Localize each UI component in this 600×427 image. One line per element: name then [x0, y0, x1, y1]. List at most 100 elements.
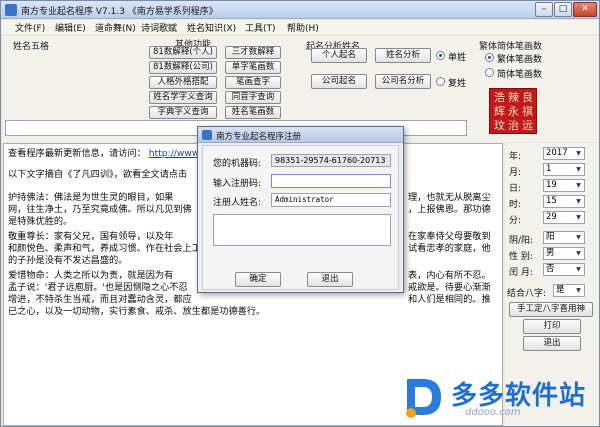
calendar-label: 阴/阳:: [509, 236, 534, 246]
content-fragment: 和人们是相同的。推: [408, 294, 491, 305]
single-surname-label: 单姓: [448, 53, 467, 63]
dictionary-button[interactable]: 字典字义查询: [149, 106, 217, 119]
watermark-url: ddooo.com: [465, 407, 521, 418]
content-line: 查看程序最新更新信息，请访问： http://www: [8, 148, 200, 159]
simplified-radio[interactable]: [485, 68, 494, 77]
content-line: 敬重尊长：家有父兄，国有领导，以及年: [8, 231, 174, 242]
menu-help[interactable]: 帮助(H): [287, 21, 319, 34]
surname-group-label: 姓名五格: [13, 42, 50, 52]
dialog-title-bar: 南方专业起名程序注册: [198, 127, 403, 143]
app-window: 南方专业起名程序 V7.1.3 《南方易学系列程序》 – □ ✕ 文件(F) 编…: [0, 0, 600, 427]
content-line: 是特殊优胜的。: [8, 216, 73, 227]
app-icon: [202, 130, 212, 140]
hour-select[interactable]: 15 ▼: [543, 195, 585, 208]
stroke-lookup-button[interactable]: 笔画查字: [225, 76, 281, 89]
person-outer-match-button[interactable]: 人格外格搭配: [149, 76, 217, 89]
menu-name-knowledge[interactable]: 姓名知识(X): [187, 21, 236, 34]
content-fragment: ，上报佛恩。那功德: [408, 204, 491, 215]
company-analysis-button[interactable]: 公司名分析: [375, 74, 431, 89]
gender-label: 性 别:: [509, 252, 533, 262]
maximize-button[interactable]: □: [554, 2, 572, 17]
chevron-down-icon: ▼: [576, 234, 581, 241]
81-number-company-button[interactable]: 81数解释(公司): [149, 61, 217, 74]
content-fragment: 理，也就无从脱离尘: [408, 192, 491, 203]
minute-select[interactable]: 29 ▼: [543, 211, 585, 224]
traditional-radio[interactable]: [485, 53, 494, 62]
double-surname-label: 复姓: [448, 79, 467, 89]
leap-month-select[interactable]: 否 ▼: [543, 263, 585, 276]
reg-name-label: 注册人姓名:: [213, 198, 262, 208]
content-line: 护持佛法：佛法是为世生灵的眼目，如果: [8, 192, 174, 203]
month-label: 月:: [509, 168, 522, 178]
content-fragment: 试看忠孝的家庭，他: [408, 243, 491, 254]
hour-label: 时:: [509, 200, 522, 210]
three-talent-button[interactable]: 三才数解释: [225, 46, 281, 59]
reg-code-label: 输入注册码:: [213, 179, 262, 189]
content-line: 已之心，以及一切动物，实行素食、戒杀、放生都是功德善行。: [8, 306, 266, 317]
menu-edit[interactable]: 编辑(E): [55, 21, 86, 34]
reg-code-input[interactable]: [271, 174, 391, 188]
company-naming-button[interactable]: 公司起名: [311, 74, 367, 89]
calendar-select[interactable]: 阳 ▼: [543, 231, 585, 244]
content-line: 的子孙是没有不发达昌盛的。: [8, 255, 128, 266]
81-number-personal-button[interactable]: 81数解释(个人): [149, 46, 217, 59]
gender-select[interactable]: 男 ▼: [543, 247, 585, 260]
menu-bar: 文件(F) 编辑(E) 道命舞(N) 诗词歌赋 姓名知识(X) 工具(T) 帮助…: [1, 20, 599, 34]
menu-file[interactable]: 文件(F): [15, 21, 45, 34]
day-select[interactable]: 19 ▼: [543, 179, 585, 192]
manual-bazi-button[interactable]: 手工定八字喜用神: [509, 302, 593, 317]
dialog-title: 南方专业起名程序注册: [216, 132, 302, 142]
year-label: 年:: [509, 152, 522, 162]
content-fragment: 表，内心有所不忍。: [408, 270, 491, 281]
content-line: 增进，不特杀生当戒，而且对蠢动含灵，都应: [8, 294, 192, 305]
title-bar: 南方专业起名程序 V7.1.3 《南方易学系列程序》 – □ ✕: [1, 1, 599, 19]
chevron-down-icon: ▼: [576, 266, 581, 273]
content-fragment: 在家奉侍父母要敬到: [408, 231, 491, 242]
bazi-select[interactable]: 是 ▼: [553, 284, 585, 297]
content-line: 和颜悦色、柔声和气，养成习惯。作在社会上工: [8, 243, 201, 254]
personal-naming-button[interactable]: 个人起名: [311, 48, 367, 63]
name-analysis-button[interactable]: 姓名分析: [375, 48, 431, 63]
site-watermark: 多多软件站 ddooo.com: [401, 373, 597, 423]
bazi-label: 结合八字:: [507, 289, 547, 299]
content-line: 以下文字摘自《了凡四训》，欲看全文请点击: [8, 169, 188, 180]
homophone-button[interactable]: 同音字查询: [225, 91, 281, 104]
machine-code-field: 98351-29574-61760-20713: [271, 154, 391, 167]
script-mode-label: 繁体简体笔画数: [479, 42, 543, 52]
exit-button[interactable]: 退出: [523, 336, 581, 351]
chevron-down-icon: ▼: [576, 198, 581, 205]
single-char-strokes-button[interactable]: 单字笔画数: [225, 61, 281, 74]
single-surname-radio[interactable]: [436, 51, 445, 60]
name-meaning-button[interactable]: 姓名学字义查询: [149, 91, 217, 104]
chevron-down-icon: ▼: [576, 250, 581, 257]
name-strokes-button[interactable]: 姓名笔画数: [225, 106, 281, 119]
content-line: 网，往生净土，乃至究竟成佛。所以凡见到佛: [8, 204, 192, 215]
seal-image: 浩 辣 良 辉 永 祺 玟 治 远: [489, 88, 537, 134]
watermark-logo-icon: [406, 379, 441, 418]
dialog-exit-button[interactable]: 退出: [307, 272, 353, 287]
close-button[interactable]: ✕: [573, 2, 597, 17]
menu-fate[interactable]: 道命舞(N): [95, 21, 136, 34]
content-line: 爱惜物命：人类之所以为贵，就是因为有: [8, 270, 174, 281]
dialog-ok-button[interactable]: 确定: [235, 272, 281, 287]
print-button[interactable]: 打印: [523, 319, 581, 334]
menu-poetry[interactable]: 诗词歌赋: [141, 21, 177, 34]
machine-code-label: 您的机器码:: [213, 159, 262, 169]
dialog-info-area: [213, 214, 391, 246]
content-fragment: 戒欲是。待要心渐渐: [408, 282, 491, 293]
content-line: 孟子说：'君子远庖厨。'也是因恻隐之心不忍: [8, 282, 188, 293]
double-surname-radio[interactable]: [436, 77, 445, 86]
leap-month-label: 闰 月:: [509, 268, 533, 278]
chevron-down-icon: ▼: [576, 182, 581, 189]
registration-dialog: 南方专业起名程序注册 您的机器码: 98351-29574-61760-2071…: [197, 126, 404, 293]
dialog-body: 您的机器码: 98351-29574-61760-20713 输入注册码: 注册…: [202, 145, 399, 290]
menu-tools[interactable]: 工具(T): [245, 21, 276, 34]
minimize-button[interactable]: –: [535, 2, 553, 17]
chevron-down-icon: ▼: [576, 214, 581, 221]
reg-name-input[interactable]: Administrator: [271, 193, 391, 207]
update-link[interactable]: http://www: [149, 148, 200, 159]
year-select[interactable]: 2017 ▼: [543, 147, 585, 160]
month-select[interactable]: 1 ▼: [543, 163, 585, 176]
window-title: 南方专业起名程序 V7.1.3 《南方易学系列程序》: [21, 7, 218, 17]
simplified-label: 简体笔画数: [497, 70, 543, 80]
